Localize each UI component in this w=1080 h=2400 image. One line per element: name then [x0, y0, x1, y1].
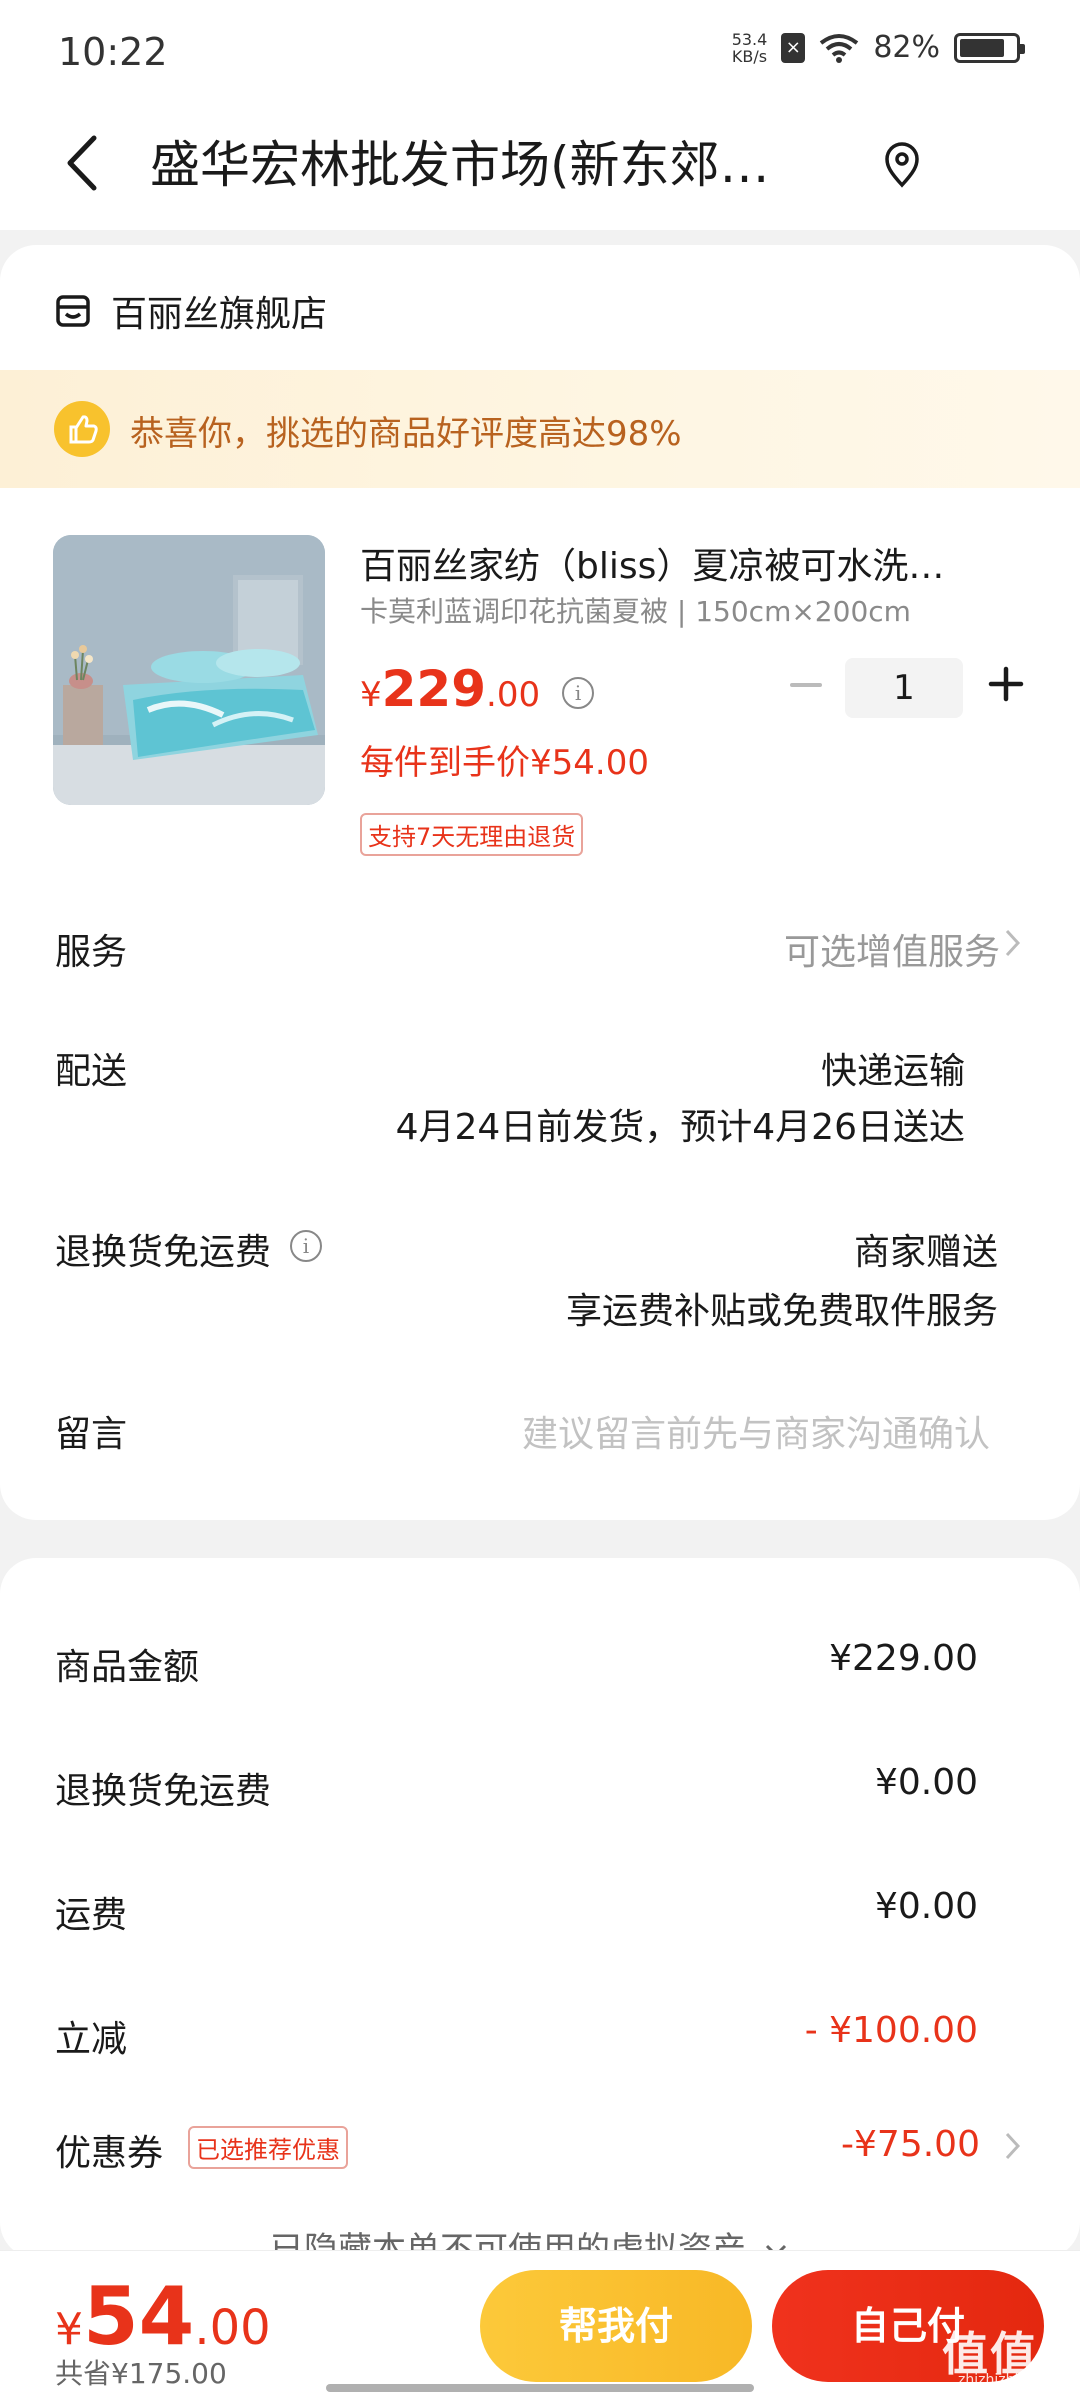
- discount-value: - ¥100.00: [804, 2010, 978, 2051]
- service-chevron-icon[interactable]: [1002, 925, 1024, 961]
- total-decimal: .00: [194, 2300, 271, 2356]
- price-info-icon[interactable]: i: [562, 677, 595, 709]
- coupon-tag: 已选推荐优惠: [188, 2126, 348, 2169]
- goods-amount-value: ¥229.00: [829, 1638, 978, 1679]
- shipping-fee-value: ¥0.00: [874, 1886, 978, 1927]
- back-arrow-icon[interactable]: [56, 128, 106, 198]
- shipping-fee-label: 运费: [55, 1895, 128, 1936]
- price-decimal: .00: [486, 675, 541, 715]
- return-shipping-fee-label: 退换货免运费: [55, 1771, 272, 1812]
- battery-percent: 82%: [873, 30, 940, 65]
- return-tag: 支持7天无理由退货: [360, 813, 584, 856]
- product-title[interactable]: 百丽丝家纺（bliss）夏凉被可水洗…: [360, 537, 1000, 589]
- total-price: ¥ 54 .00: [55, 2270, 271, 2363]
- location-pin-icon[interactable]: [880, 140, 924, 190]
- order-card: 百丽丝旗舰店 恭喜你，挑选的商品好评度高达98% 百丽丝家纺（bliss）夏凉被…: [0, 245, 1080, 1520]
- product-price: ¥ 229 .00 i: [360, 660, 595, 718]
- address-title[interactable]: 盛华宏林批发市场(新东郊…: [150, 130, 830, 200]
- plus-icon[interactable]: [985, 663, 1027, 705]
- status-icons: 53.4 KB/s × 82%: [732, 30, 1025, 65]
- home-indicator[interactable]: [326, 2384, 754, 2392]
- delivery-time: 4月24日前发货，预计4月26日送达: [395, 1107, 965, 1148]
- minus-icon[interactable]: [786, 665, 826, 705]
- thumbs-up-icon: [54, 401, 110, 457]
- coupon-label: 优惠券: [55, 2133, 164, 2174]
- header-bar: 盛华宏林批发市场(新东郊…: [0, 100, 1080, 230]
- message-input[interactable]: 建议留言前先与商家沟通确认: [522, 1405, 990, 1457]
- praise-text: 恭喜你，挑选的商品好评度高达98%: [130, 414, 682, 454]
- store-row[interactable]: 百丽丝旗舰店: [55, 285, 327, 337]
- net-speed-value: 53.4: [731, 29, 768, 49]
- battery-fill: [960, 38, 1005, 57]
- product-spec[interactable]: 卡莫利蓝调印花抗菌夏被 | 150cm×200cm: [360, 590, 911, 630]
- praise-banner: 恭喜你，挑选的商品好评度高达98%: [0, 370, 1080, 488]
- quantity-field[interactable]: 1: [845, 658, 963, 718]
- return-shipping-info-icon[interactable]: i: [290, 1230, 322, 1262]
- return-shipping-value: 商家赠送: [853, 1232, 998, 1273]
- status-time: 10:22: [58, 30, 168, 74]
- status-bar: 10:22 53.4 KB/s × 82%: [0, 0, 1080, 100]
- store-name: 百丽丝旗舰店: [111, 294, 328, 335]
- return-shipping-fee-value: ¥0.00: [874, 1762, 978, 1803]
- discount-label: 立减: [55, 2019, 128, 2060]
- coupon-value[interactable]: -¥75.00: [841, 2124, 980, 2165]
- price-symbol: ¥: [360, 675, 382, 715]
- total-symbol: ¥: [55, 2304, 83, 2355]
- net-speed: 53.4 KB/s: [732, 31, 768, 65]
- service-label: 服务: [55, 932, 128, 973]
- goods-amount-label: 商品金额: [55, 1647, 200, 1688]
- total-integer: 54: [83, 2270, 195, 2363]
- delivery-method[interactable]: 快递运输: [821, 1042, 965, 1094]
- delivery-label: 配送: [55, 1051, 128, 1092]
- return-shipping-desc: 享运费补贴或免费取件服务: [565, 1291, 998, 1332]
- help-pay-button[interactable]: 帮我付: [480, 2270, 752, 2382]
- wifi-icon: [820, 33, 859, 63]
- service-value[interactable]: 可选增值服务: [784, 923, 1000, 975]
- price-integer: 229: [381, 660, 487, 718]
- net-speed-unit: KB/s: [731, 46, 768, 66]
- watermark-url: zhizhizhi.com: [958, 2372, 1053, 2388]
- store-icon: [56, 295, 90, 327]
- return-shipping-label: 退换货免运费: [55, 1232, 272, 1273]
- coupon-chevron-icon[interactable]: [1002, 2128, 1024, 2164]
- each-price: 每件到手价¥54.00: [360, 743, 649, 783]
- message-label: 留言: [55, 1414, 128, 1455]
- battery-icon: [954, 32, 1025, 63]
- total-saved: 共省¥175.00: [55, 2357, 227, 2390]
- product-image[interactable]: [53, 535, 325, 805]
- notification-x-icon: ×: [781, 32, 806, 63]
